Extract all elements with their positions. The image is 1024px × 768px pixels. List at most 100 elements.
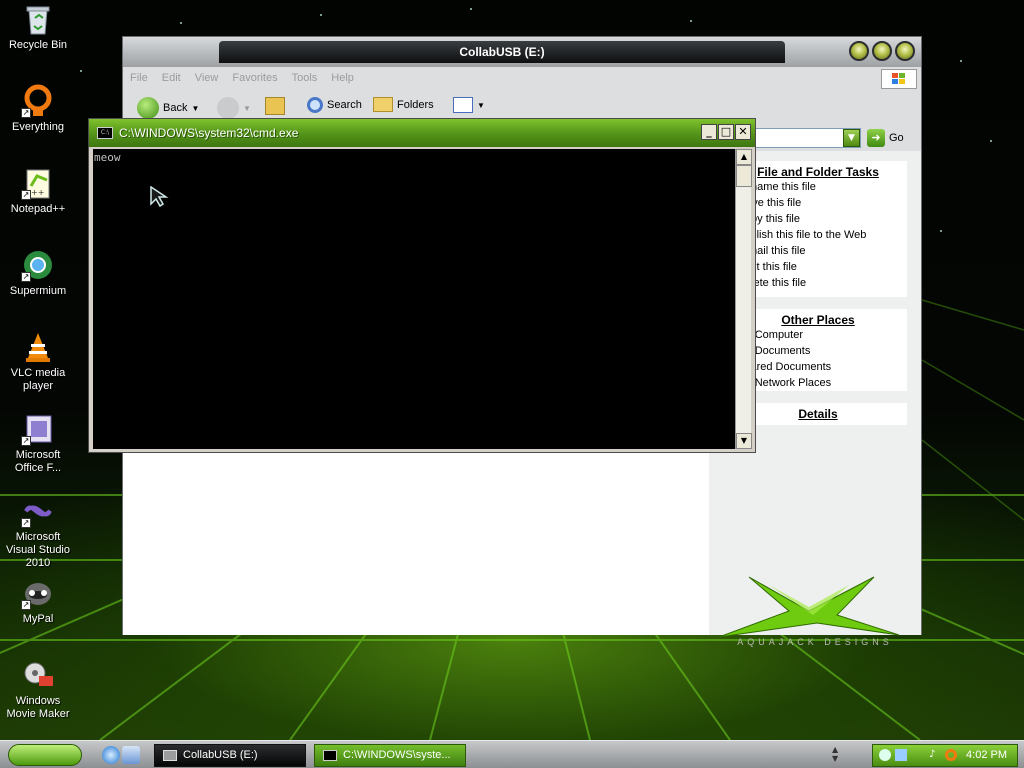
explorer-window-title: CollabUSB (E:): [219, 41, 785, 63]
star: [690, 20, 692, 22]
star: [320, 14, 322, 16]
vertical-scrollbar[interactable]: ▲ ▼: [735, 149, 752, 449]
go-button[interactable]: ➜ Go: [867, 129, 904, 147]
cmd-app-icon: C:\: [97, 127, 113, 139]
everything-icon: ↗: [21, 84, 55, 118]
chevron-down-icon: ▼: [191, 103, 200, 113]
cmd-window-title: C:\WINDOWS\system32\cmd.exe: [119, 126, 299, 140]
desktop-icon-supermium[interactable]: ↗ Supermium: [0, 248, 76, 298]
clock[interactable]: 4:02 PM: [966, 745, 1007, 766]
back-label: Back: [163, 102, 188, 114]
windows-flag-icon: [881, 69, 917, 89]
desktop-icon-label: Recycle Bin: [8, 39, 68, 51]
office-icon: ↗: [21, 412, 55, 446]
folders-button[interactable]: Folders: [373, 97, 434, 112]
menu-help[interactable]: Help: [324, 67, 361, 89]
cmd-window[interactable]: C:\ C:\WINDOWS\system32\cmd.exe _ □ ✕ me…: [88, 118, 756, 453]
up-folder-icon: [265, 97, 285, 115]
search-icon: [307, 97, 323, 113]
scroll-thumb[interactable]: [736, 165, 752, 187]
svg-text:++: ++: [31, 188, 44, 197]
display-icon[interactable]: [895, 749, 907, 761]
menu-file[interactable]: File: [123, 67, 155, 89]
desktop-icon-office[interactable]: ↗ Microsoft Office F...: [0, 412, 76, 475]
cmd-console[interactable]: meow: [93, 149, 735, 449]
desktop-icon-mypal[interactable]: ↗ MyPal: [0, 576, 76, 626]
folders-label: Folders: [397, 98, 434, 111]
desktop-icon-movie-maker[interactable]: Windows Movie Maker: [0, 658, 76, 721]
desktop-icon-label: Windows Movie Maker: [6, 695, 70, 720]
cmd-title-bar[interactable]: C:\ C:\WINDOWS\system32\cmd.exe _ □ ✕: [89, 119, 755, 147]
aquajack-designs-logo-text: AQUAJACK DESIGNS: [737, 637, 893, 647]
chevron-down-icon: ▼: [477, 100, 485, 110]
menu-view[interactable]: View: [188, 67, 226, 89]
vlc-icon: [21, 330, 55, 364]
search-button[interactable]: Search: [307, 97, 362, 113]
taskbar-button-label: C:\WINDOWS\syste...: [343, 749, 451, 761]
mypal-icon: ↗: [21, 576, 55, 610]
cmd-app-icon: [323, 750, 337, 761]
star: [960, 60, 962, 62]
taskbar-button-explorer[interactable]: CollabUSB (E:): [154, 744, 306, 767]
star: [180, 22, 182, 24]
desktop-icon-recycle-bin[interactable]: Recycle Bin: [0, 2, 76, 52]
xbox-x-logo: AQUAJACK DESIGNS: [709, 571, 921, 661]
close-button[interactable]: ✕: [735, 124, 751, 140]
maximize-button[interactable]: □: [718, 124, 734, 140]
start-button[interactable]: [8, 744, 82, 766]
go-label: Go: [889, 132, 904, 144]
folder-icon: [373, 97, 393, 112]
desktop-icon-label: Notepad++: [10, 203, 66, 215]
star: [80, 70, 82, 72]
back-button[interactable]: Back ▼: [137, 97, 199, 119]
volume-icon[interactable]: ♪: [929, 749, 935, 760]
recycle-bin-icon: [21, 2, 55, 36]
menu-favorites[interactable]: Favorites: [225, 67, 284, 89]
menu-tools[interactable]: Tools: [285, 67, 325, 89]
internet-explorer-icon[interactable]: [102, 746, 120, 764]
taskbar-button-cmd[interactable]: C:\WINDOWS\syste...: [314, 744, 466, 767]
shortcut-arrow-icon: ↗: [21, 108, 31, 118]
shortcut-arrow-icon: ↗: [21, 600, 31, 610]
console-output: meow: [94, 151, 121, 164]
taskbar: CollabUSB (E:) C:\WINDOWS\syste... ▲ ▼ ♪ …: [0, 740, 1024, 768]
address-dropdown-button[interactable]: ▼: [843, 129, 860, 147]
back-arrow-icon: [137, 97, 159, 119]
explorer-title-bar[interactable]: CollabUSB (E:): [123, 37, 921, 67]
views-button[interactable]: ▼: [453, 97, 485, 113]
drive-icon: [163, 750, 177, 761]
forward-button[interactable]: ▼: [217, 97, 251, 119]
scroll-up-button[interactable]: ▲: [736, 149, 752, 165]
desktop-icon-label: MyPal: [22, 613, 54, 625]
star: [990, 140, 992, 142]
shortcut-arrow-icon: ↗: [21, 272, 31, 282]
minimize-button[interactable]: [849, 41, 869, 61]
taskbar-button-label: CollabUSB (E:): [183, 749, 258, 761]
system-tray: ♪ 4:02 PM: [872, 744, 1018, 767]
everything-tray-icon[interactable]: [945, 749, 957, 761]
desktop-icon-label: Microsoft Visual Studio 2010: [5, 531, 70, 569]
desktop-icon-label: Supermium: [9, 285, 67, 297]
minimize-button[interactable]: _: [701, 124, 717, 140]
desktop-icon-everything[interactable]: ↗ Everything: [0, 84, 76, 134]
go-arrow-icon: ➜: [867, 129, 885, 147]
desktop-icon-notepad-plus-plus[interactable]: ++ ↗ Notepad++: [0, 166, 76, 216]
desktop-icon-visual-studio[interactable]: ↗ Microsoft Visual Studio 2010: [0, 494, 76, 570]
desktop-icon-label: VLC media player: [10, 367, 66, 392]
supermium-icon: ↗: [21, 248, 55, 282]
desktop-icon-vlc[interactable]: VLC media player: [0, 330, 76, 393]
menu-edit[interactable]: Edit: [155, 67, 188, 89]
scroll-down-button[interactable]: ▼: [736, 433, 752, 449]
movie-maker-icon: [21, 658, 55, 692]
close-button[interactable]: [895, 41, 915, 61]
desktop-icon-label: Everything: [12, 121, 64, 133]
up-folder-button[interactable]: [265, 97, 285, 115]
visual-studio-icon: ↗: [21, 494, 55, 528]
network-icon[interactable]: [879, 749, 891, 761]
show-desktop-icon[interactable]: [122, 746, 140, 764]
taskbar-scroll-icon[interactable]: ▲ ▼: [832, 745, 838, 763]
star: [940, 230, 942, 232]
notepad-plus-plus-icon: ++ ↗: [21, 166, 55, 200]
explorer-menu-bar: File Edit View Favorites Tools Help: [123, 67, 921, 89]
maximize-button[interactable]: [872, 41, 892, 61]
